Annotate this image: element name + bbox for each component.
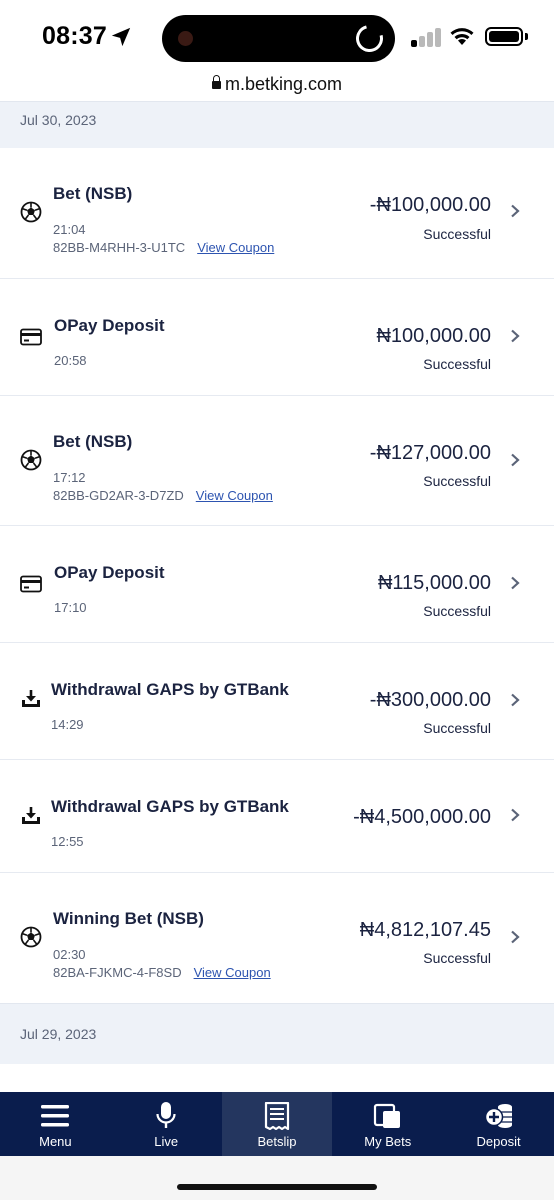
transaction-row[interactable]: Bet (NSB) 17:12 82BB-GD2AR-3-D7ZD View Co… xyxy=(0,396,554,526)
transaction-row[interactable]: Bet (NSB) 21:04 82BB-M4RHH-3-U1TC View Co… xyxy=(0,148,554,279)
location-arrow-icon xyxy=(111,27,131,47)
transaction-row[interactable]: OPay Deposit 20:58 ₦100,000.00 Successfu… xyxy=(0,279,554,396)
menu-icon xyxy=(41,1105,70,1127)
transaction-row[interactable]: Winning Bet (NSB) 02:30 82BA-FJKMC-4-F8S… xyxy=(0,873,554,1003)
url-text: m.betking.com xyxy=(224,74,343,94)
soccer-ball-icon xyxy=(20,926,42,948)
lock-icon xyxy=(211,75,221,89)
microphone-icon xyxy=(156,1102,176,1128)
coupon-code: 82BB-M4RHH-3-U1TC xyxy=(53,240,186,255)
nav-live[interactable]: Live xyxy=(111,1092,222,1156)
transaction-row[interactable]: Withdrawal GAPS by GTBank 14:29 -₦300,00… xyxy=(0,643,554,760)
transaction-time: 12:55 xyxy=(51,834,84,849)
soccer-ball-icon xyxy=(20,449,42,471)
nav-deposit[interactable]: Deposit xyxy=(443,1092,554,1156)
transaction-status: Successful xyxy=(423,720,491,736)
cellular-signal-icon xyxy=(411,27,443,47)
transaction-status: Successful xyxy=(423,226,491,242)
nav-label: Live xyxy=(154,1134,179,1149)
view-coupon-link[interactable]: View Coupon xyxy=(196,488,273,503)
transaction-time: 14:29 xyxy=(51,717,84,732)
status-time: 08:37 xyxy=(42,22,107,50)
date-header: Jul 29, 2023 xyxy=(0,1003,554,1064)
transaction-time: 17:12 xyxy=(53,470,86,485)
chevron-right-icon[interactable] xyxy=(510,693,520,707)
transaction-amount: -₦4,500,000.00 xyxy=(353,806,491,828)
card-icon xyxy=(20,575,42,593)
transaction-title: OPay Deposit xyxy=(54,563,165,582)
download-icon xyxy=(22,690,40,707)
battery-cap xyxy=(525,33,528,40)
transaction-amount: -₦127,000.00 xyxy=(369,442,491,464)
transaction-row[interactable]: Withdrawal GAPS by GTBank 12:55 -₦4,500,… xyxy=(0,760,554,873)
transaction-title: Bet (NSB) xyxy=(53,184,133,203)
soccer-ball-icon xyxy=(20,201,42,223)
coupon-ref: 82BA-FJKMC-4-F8SD View Coupon xyxy=(53,965,271,980)
download-icon xyxy=(22,807,40,824)
nav-betslip[interactable]: Betslip xyxy=(221,1092,333,1156)
coupon-code: 82BB-GD2AR-3-D7ZD xyxy=(53,488,184,503)
transaction-title: Winning Bet (NSB) xyxy=(53,909,204,928)
status-bar: 08:37 xyxy=(0,0,554,74)
chevron-right-icon[interactable] xyxy=(510,808,520,822)
deposit-coins-icon xyxy=(484,1104,512,1128)
chevron-right-icon[interactable] xyxy=(510,204,520,218)
coupon-ref: 82BB-GD2AR-3-D7ZD View Coupon xyxy=(53,488,273,503)
coupon-ref: 82BB-M4RHH-3-U1TC View Coupon xyxy=(53,240,274,255)
bottom-nav: Menu Live Betslip My Bets Deposit xyxy=(0,1092,554,1156)
nav-label: Betslip xyxy=(257,1134,297,1149)
transaction-status: Successful xyxy=(423,356,491,372)
transaction-title: Withdrawal GAPS by GTBank xyxy=(51,797,289,816)
nav-menu[interactable]: Menu xyxy=(0,1092,111,1156)
chevron-right-icon[interactable] xyxy=(510,453,520,467)
transaction-amount: -₦100,000.00 xyxy=(369,194,491,216)
transaction-amount: ₦115,000.00 xyxy=(377,572,491,594)
transaction-title: OPay Deposit xyxy=(54,316,165,335)
coupon-code: 82BA-FJKMC-4-F8SD xyxy=(53,965,182,980)
transaction-amount: ₦100,000.00 xyxy=(376,325,491,347)
transaction-status: Successful xyxy=(423,473,491,489)
nav-label: Deposit xyxy=(476,1134,521,1149)
transaction-time: 21:04 xyxy=(53,222,86,237)
nav-my-bets[interactable]: My Bets xyxy=(332,1092,443,1156)
address-bar[interactable]: m.betking.com xyxy=(0,74,554,100)
card-icon xyxy=(20,328,42,346)
home-indicator-area xyxy=(0,1156,554,1200)
transaction-amount: ₦4,812,107.45 xyxy=(359,919,491,941)
betslip-icon xyxy=(264,1102,290,1130)
wifi-icon xyxy=(450,28,474,45)
transaction-time: 02:30 xyxy=(53,947,86,962)
nav-label: Menu xyxy=(39,1134,72,1149)
date-header: Jul 30, 2023 xyxy=(0,101,554,148)
view-coupon-link[interactable]: View Coupon xyxy=(194,965,271,980)
nav-label: My Bets xyxy=(364,1134,412,1149)
transaction-list: Jul 30, 2023 Bet (NSB) 21:04 82BB-M4RHH-… xyxy=(0,101,554,1064)
home-indicator[interactable] xyxy=(177,1184,377,1190)
transaction-time: 17:10 xyxy=(54,600,87,615)
transaction-title: Withdrawal GAPS by GTBank xyxy=(51,680,289,699)
battery-icon xyxy=(485,27,523,46)
dynamic-island xyxy=(162,15,395,62)
chevron-right-icon[interactable] xyxy=(510,329,520,343)
transaction-title: Bet (NSB) xyxy=(53,432,133,451)
camera-dot xyxy=(178,31,193,46)
transaction-status: Successful xyxy=(423,950,491,966)
view-coupon-link[interactable]: View Coupon xyxy=(197,240,274,255)
transaction-time: 20:58 xyxy=(54,353,87,368)
transaction-status: Successful xyxy=(423,603,491,619)
transaction-amount: -₦300,000.00 xyxy=(369,689,491,711)
chevron-right-icon[interactable] xyxy=(510,930,520,944)
my-bets-icon xyxy=(373,1103,400,1128)
transaction-row[interactable]: OPay Deposit 17:10 ₦115,000.00 Successfu… xyxy=(0,526,554,643)
chevron-right-icon[interactable] xyxy=(510,576,520,590)
loading-spinner-icon xyxy=(351,20,388,57)
